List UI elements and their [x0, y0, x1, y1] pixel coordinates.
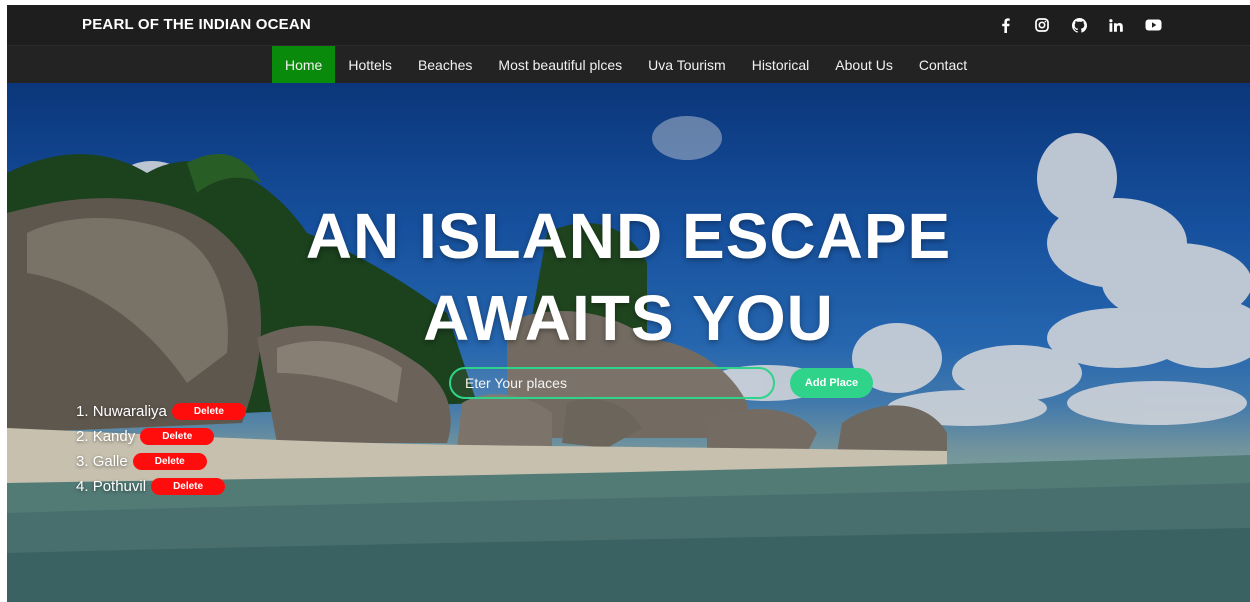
github-icon[interactable]	[1069, 15, 1089, 35]
instagram-icon[interactable]	[1032, 15, 1052, 35]
social-links	[995, 15, 1163, 35]
facebook-icon[interactable]	[995, 15, 1015, 35]
nav-contact[interactable]: Contact	[906, 46, 980, 84]
place-name: Galle	[92, 453, 128, 470]
list-item: 1. Nuwaraliya Delete	[76, 399, 246, 424]
hero-section: AN ISLAND ESCAPE AWAITS YOU Add Place 1.…	[7, 83, 1250, 602]
nav-list: Home Hottels Beaches Most beautiful plce…	[272, 46, 980, 84]
list-item: 4. Pothuvil Delete	[76, 474, 246, 499]
nav-home[interactable]: Home	[272, 46, 336, 84]
site-brand[interactable]: PEARL OF THE INDIAN OCEAN	[82, 16, 311, 33]
nav-beaches[interactable]: Beaches	[405, 46, 485, 84]
place-input[interactable]	[449, 367, 775, 399]
place-number: 1.	[76, 403, 89, 420]
hero-headline: AN ISLAND ESCAPE AWAITS YOU	[7, 195, 1250, 359]
nav-about-us[interactable]: About Us	[822, 46, 906, 84]
youtube-icon[interactable]	[1143, 15, 1163, 35]
place-number: 2.	[76, 428, 89, 445]
page-frame: PEARL OF THE INDIAN OCEAN Home Hottels B…	[7, 5, 1250, 602]
main-nav: Home Hottels Beaches Most beautiful plce…	[7, 45, 1250, 84]
add-place-button[interactable]: Add Place	[790, 368, 873, 398]
place-name: Nuwaraliya	[92, 403, 167, 420]
headline-line-1: AN ISLAND ESCAPE	[305, 200, 952, 272]
place-number: 4.	[76, 478, 89, 495]
list-item: 2. Kandy Delete	[76, 424, 246, 449]
nav-beautiful-places[interactable]: Most beautiful plces	[485, 46, 635, 84]
top-bar: PEARL OF THE INDIAN OCEAN	[7, 5, 1250, 45]
nav-historical[interactable]: Historical	[739, 46, 823, 84]
place-name: Pothuvil	[92, 478, 147, 495]
place-name: Kandy	[92, 428, 136, 445]
place-number: 3.	[76, 453, 89, 470]
delete-button[interactable]: Delete	[140, 428, 215, 445]
delete-button[interactable]: Delete	[151, 478, 226, 495]
places-list: 1. Nuwaraliya Delete 2. Kandy Delete 3. …	[76, 399, 246, 499]
delete-button[interactable]: Delete	[132, 453, 207, 470]
headline-line-2: AWAITS YOU	[423, 282, 834, 354]
nav-uva-tourism[interactable]: Uva Tourism	[635, 46, 739, 84]
nav-hotels[interactable]: Hottels	[335, 46, 405, 84]
list-item: 3. Galle Delete	[76, 449, 246, 474]
linkedin-icon[interactable]	[1106, 15, 1126, 35]
delete-button[interactable]: Delete	[171, 403, 246, 420]
